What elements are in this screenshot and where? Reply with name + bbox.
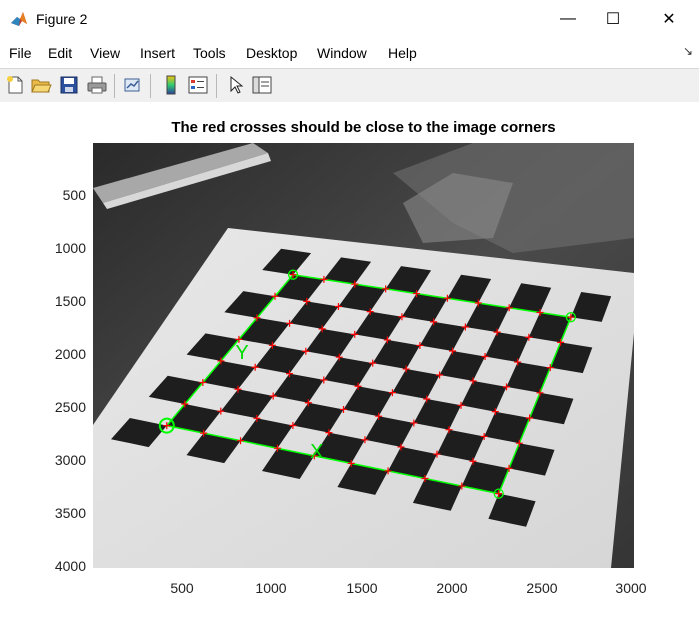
x-tick-label: 2000: [436, 580, 468, 596]
window-title: Figure 2: [36, 11, 88, 27]
menu-bar: File Edit View Insert Tools Desktop Wind…: [0, 38, 699, 68]
matlab-icon: [11, 12, 27, 26]
y-tick-label: 2000: [54, 346, 86, 362]
menu-desktop[interactable]: Desktop: [246, 45, 297, 61]
x-tick-label: 1500: [346, 580, 378, 596]
menu-edit[interactable]: Edit: [48, 45, 72, 61]
toolbar-separator: [114, 74, 115, 98]
toolbar-separator: [150, 74, 151, 98]
save-icon[interactable]: [58, 74, 80, 96]
figure-toolbar: [0, 68, 699, 103]
x-tick-label: 1000: [255, 580, 287, 596]
checkerboard-image: X Y: [93, 143, 634, 568]
y-tick-label: 3000: [54, 452, 86, 468]
menu-tools[interactable]: Tools: [193, 45, 226, 61]
pointer-icon[interactable]: [225, 74, 247, 96]
y-tick-label: 4000: [54, 558, 86, 574]
x-tick-label: 500: [170, 580, 194, 596]
y-tick-label: 1500: [54, 293, 86, 309]
menu-help[interactable]: Help: [388, 45, 417, 61]
close-button[interactable]: ✕: [646, 0, 692, 38]
x-axis-marker: X: [310, 441, 323, 463]
maximize-button[interactable]: ☐: [590, 0, 636, 38]
y-tick-label: 1000: [54, 240, 86, 256]
plot-title: The red crosses should be close to the i…: [171, 119, 556, 136]
menu-window[interactable]: Window: [317, 45, 367, 61]
toolbar-separator: [216, 74, 217, 98]
legend-icon[interactable]: [187, 74, 209, 96]
open-file-icon[interactable]: [30, 74, 52, 96]
x-tick-label: 3000: [615, 580, 647, 596]
y-tick-label: 500: [62, 187, 86, 203]
menu-file[interactable]: File: [9, 45, 32, 61]
link-plot-icon[interactable]: [122, 74, 144, 96]
x-tick-label: 2500: [526, 580, 558, 596]
colorbar-icon[interactable]: [160, 74, 182, 96]
y-tick-label: 2500: [54, 399, 86, 415]
minimize-button[interactable]: —: [545, 0, 591, 38]
dock-arrow-icon[interactable]: ↘: [683, 44, 693, 58]
print-icon[interactable]: [86, 74, 108, 96]
menu-view[interactable]: View: [90, 45, 120, 61]
y-tick-label: 3500: [54, 505, 86, 521]
window-titlebar: Figure 2 — ☐ ✕: [0, 0, 699, 38]
property-editor-icon[interactable]: [251, 74, 273, 96]
y-axis-marker: Y: [235, 342, 248, 364]
menu-insert[interactable]: Insert: [140, 45, 175, 61]
image-axes[interactable]: X Y: [93, 143, 634, 568]
new-figure-icon[interactable]: [4, 74, 26, 96]
